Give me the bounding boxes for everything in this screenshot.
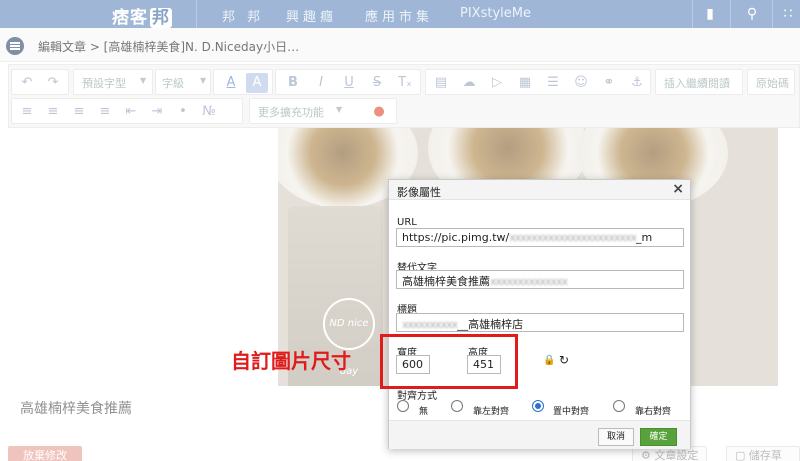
breadcrumb[interactable]: 編輯文章 > [高雄楠梓美食]N. D.Niceday小日… [38,38,299,55]
close-icon[interactable]: × [672,181,684,197]
align-center-label: 置中對齊 [553,407,590,417]
align-right-label: 靠右對齊 [635,407,672,417]
align-none-radio[interactable] [397,400,409,412]
image-properties-dialog: 影像屬性 × URL https://pic.pimg.tw/xxxxxxxxx… [388,179,691,449]
align-left-label: 靠左對齊 [473,407,510,417]
apps-grid-icon[interactable]: ∷ [778,4,798,24]
align-right-radio[interactable] [613,400,625,412]
nav-divider [730,0,731,28]
dialog-header: 影像屬性 × [389,180,690,200]
dialog-footer: 取消 確定 [389,420,690,449]
site-logo[interactable]: 痞客邦 [112,3,172,28]
breadcrumb-bar: 編輯文章 > [高雄楠梓美食]N. D.Niceday小日… [0,28,800,62]
cancel-button[interactable]: 取消 [598,428,634,446]
nav-item-pixstyleme[interactable]: PIXstyleMe [460,6,531,21]
url-value-end: _m [636,231,653,244]
lock-ratio-icon[interactable]: 🔒 [543,355,555,366]
logo-badge: 邦 [150,8,172,28]
url-field[interactable]: https://pic.pimg.tw/xxxxxxxxxxxxxxxxxxxx… [396,228,684,247]
alt-text-field[interactable]: 高雄楠梓美食推薦xxxxxxxxxxxxxx [396,270,684,289]
menu-icon[interactable] [6,37,24,55]
nav-item-bangbang[interactable]: 邦 邦 [222,6,264,25]
align-center-radio[interactable] [532,400,544,412]
top-navigation: 痞客邦 邦 邦 興趣癮 應用市集 PIXstyleMe ▮ ⚲ ∷ [0,0,800,28]
alt-text-value: 高雄楠梓美食推薦 [402,275,490,288]
nav-divider [772,0,773,28]
nav-item-app-market[interactable]: 應用市集 [365,6,433,25]
reset-size-icon[interactable]: ↻ [559,353,569,367]
url-label: URL [397,217,417,228]
ok-button[interactable]: 確定 [640,428,677,446]
dialog-title: 影像屬性 [397,186,441,199]
nav-divider [196,0,197,28]
align-none-label: 無 [419,407,429,417]
annotation-highlight-box [380,334,518,389]
bookmark-icon[interactable]: ▮ [700,4,720,24]
annotation-label: 自訂圖片尺寸 [231,349,351,373]
title-value: __高雄楠梓店 [457,318,524,331]
search-icon[interactable]: ⚲ [742,4,762,24]
align-left-radio[interactable] [451,400,463,412]
title-blurred: xxxxxxxxxx [402,318,458,331]
title-field[interactable]: xxxxxxxxxx__高雄楠梓店 [396,313,684,332]
url-value-blurred: xxxxxxxxxxxxxxxxxxxxxxx [509,231,637,244]
alt-text-blurred: xxxxxxxxxxxxxx [490,275,568,288]
nav-item-interests[interactable]: 興趣癮 [286,6,337,25]
logo-text: 痞客 [112,8,148,28]
url-value-start: https://pic.pimg.tw/ [402,231,510,244]
nav-divider [692,0,693,28]
